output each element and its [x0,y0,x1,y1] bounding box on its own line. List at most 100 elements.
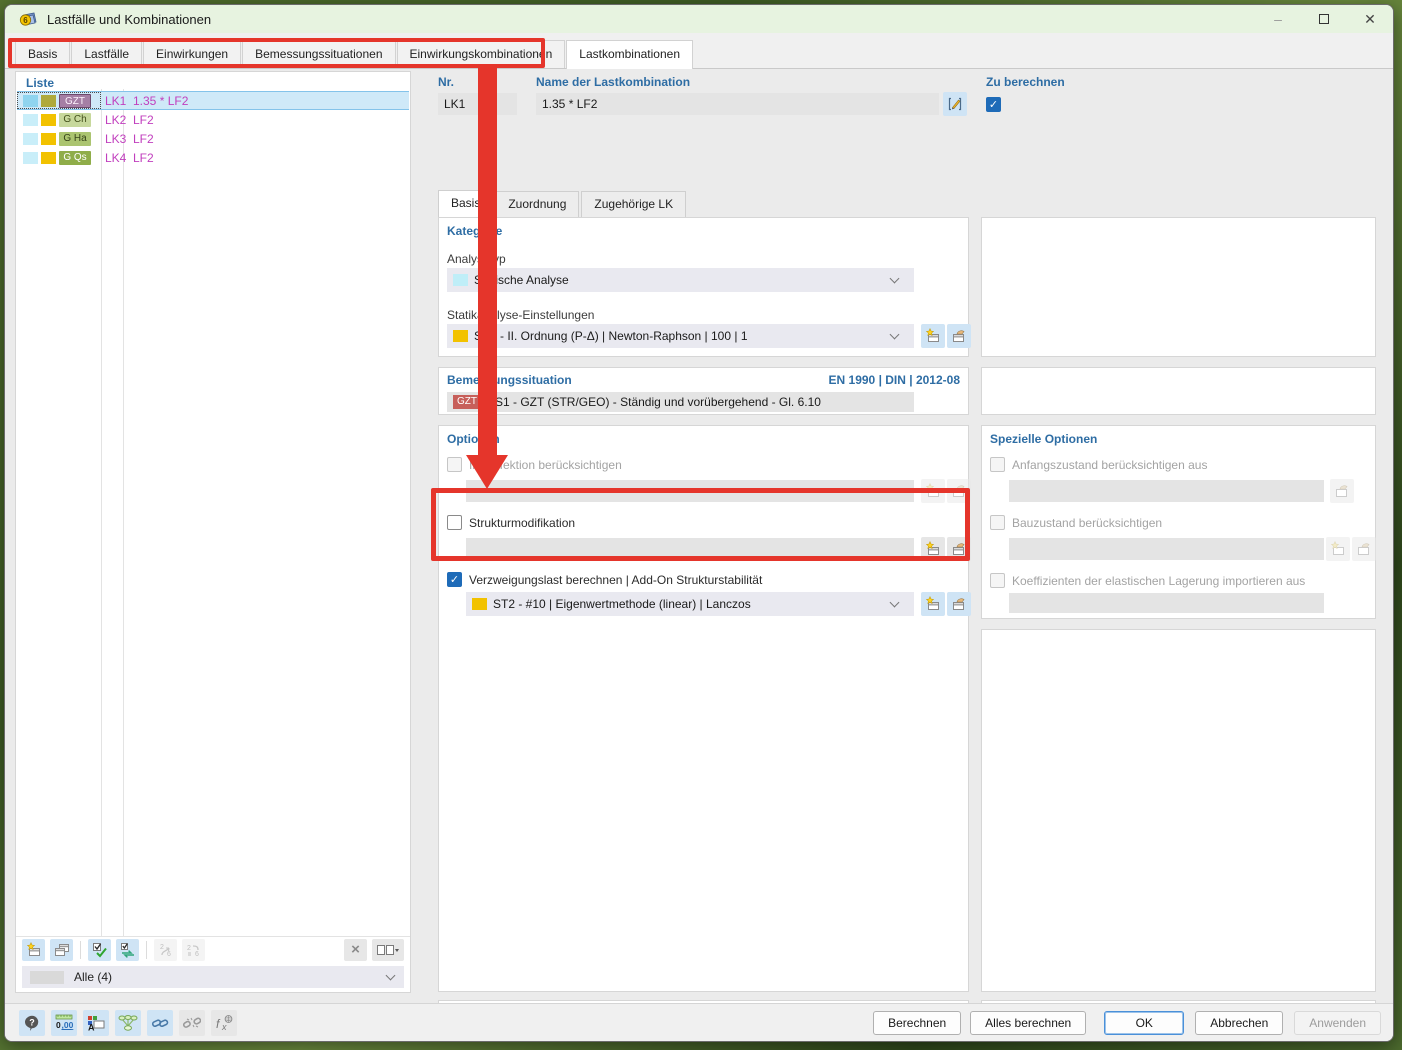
strukturstabilitaet-dropdown[interactable]: ST2 - #10 | Eigenwertmethode (linear) | … [466,592,914,616]
anfangszustand-label: Anfangszustand berücksichtigen aus [1012,458,1208,472]
model-tree-icon[interactable] [115,1010,141,1036]
anwenden-button[interactable]: Anwenden [1294,1011,1381,1035]
analysetyp-dropdown[interactable]: Statische Analyse [447,268,914,292]
lk-name: LF2 [133,131,154,146]
bemessungssituation-box: Bemessungssituation EN 1990 | DIN | 2012… [438,367,969,415]
verzweigungslast-value: ST2 - #10 | Eigenwertmethode (linear) | … [493,597,751,611]
toggle-check-icon[interactable] [116,938,139,961]
statikanalyse-dropdown[interactable]: SA2 - II. Ordnung (P-Δ) | Newton-Raphson… [447,324,914,348]
lk-name: LF2 [133,112,154,127]
nr-field[interactable]: LK1 [438,93,517,115]
imperfektion-checkbox[interactable] [447,457,462,472]
tab-einwirkungen[interactable]: Einwirkungen [143,40,242,68]
minimize-button[interactable]: – [1255,5,1301,33]
check-all-icon[interactable] [88,938,111,961]
subtab-zuordnung[interactable]: Zuordnung [495,191,580,217]
toolbar-divider [80,940,81,959]
list-row-lk2[interactable]: G Ch LK2 LF2 [17,110,409,129]
settings-swatch [41,132,56,145]
formula-icon[interactable]: fx [211,1010,237,1036]
maximize-button[interactable] [1301,5,1347,33]
decimal-places-icon[interactable]: 0,00 [51,1010,77,1036]
bemessungssituation-header: Bemessungssituation [447,373,572,387]
empty-panel-bottom [981,629,1376,992]
design-situation-badge: G Qs [59,150,91,165]
bauzustand-checkbox[interactable] [990,515,1005,530]
zu-berechnen-checkbox[interactable]: ✓ [986,97,1001,112]
edit-strukturmodifikation-button[interactable] [947,537,971,561]
app-icon: 6 [19,12,37,26]
svg-text:0: 0 [56,1020,61,1030]
tab-basis[interactable]: Basis [15,40,71,68]
list-filter-dropdown[interactable]: Alle (4) [22,966,404,988]
tab-bemessungssituationen[interactable]: Bemessungssituationen [242,40,396,68]
list-row-lk1[interactable]: GZT LK1 1.35 * LF2 [17,91,409,110]
renumber-icon[interactable]: 26 [154,938,177,961]
list-row-lk3[interactable]: G Ha LK3 LF2 [17,129,409,148]
footer-buttons: Berechnen Alles berechnen OK Abbrechen A… [864,1011,1381,1035]
svg-text:6: 6 [23,16,28,25]
tab-lastfaelle[interactable]: Lastfälle [71,40,143,68]
toolbar-divider [146,940,147,959]
chevron-down-icon [385,970,396,981]
tab-einwirkungskombinationen[interactable]: Einwirkungskombinationen [396,40,566,68]
bauzustand-field [1009,538,1324,560]
window-title: Lastfälle und Kombinationen [47,11,212,27]
berechnen-button[interactable]: Berechnen [873,1011,962,1035]
subtab-basis[interactable]: Basis [438,190,494,217]
bauzustand-label: Bauzustand berücksichtigen [1012,516,1163,530]
design-situation-badge: G Ch [59,112,91,127]
edit-imperfektion-button [947,479,971,503]
copy-item-icon[interactable] [50,938,73,961]
new-stabilitaet-button[interactable] [921,592,945,616]
link-icon[interactable] [147,1010,173,1036]
tab-lastkombinationen[interactable]: Lastkombinationen [566,40,693,69]
analysis-type-swatch [453,274,468,286]
close-button[interactable]: ✕ [1347,5,1393,33]
design-situation-badge: G Ha [59,131,91,146]
svg-text:?: ? [29,1018,35,1028]
alles-berechnen-button[interactable]: Alles berechnen [970,1011,1087,1035]
lk-number: LK1 [105,93,127,108]
lk-name: LF2 [133,150,154,165]
help-icon[interactable]: ? [19,1010,45,1036]
nr-label: Nr. [438,75,455,89]
subtab-zugehoerige-lk[interactable]: Zugehörige LK [581,191,687,217]
abbrechen-button[interactable]: Abbrechen [1195,1011,1284,1035]
anfangszustand-checkbox[interactable] [990,457,1005,472]
analysis-type-swatch [23,151,38,164]
dialog-lastfaelle-und-kombinationen: 6 Lastfälle und Kombinationen – ✕ Basis … [4,4,1394,1042]
svg-text:2: 2 [187,945,191,952]
rename-button[interactable] [943,92,967,116]
settings-swatch [41,151,56,164]
new-item-icon[interactable] [22,938,45,961]
lk-number: LK3 [105,131,127,146]
ok-button[interactable]: OK [1104,1011,1185,1035]
name-field[interactable]: 1.35 * LF2 [536,93,939,115]
new-statikanalyse-button[interactable] [921,324,945,348]
renumber-gaps-icon[interactable]: 26 [182,938,205,961]
edit-stabilitaet-button[interactable] [947,592,971,616]
imperfektion-label: Imperfektion berücksichtigen [469,458,622,472]
bemessungssituation-field[interactable]: GZT BS1 - GZT (STR/GEO) - Ständig und vo… [447,392,914,412]
svg-text:x: x [221,1022,227,1032]
analysis-type-swatch [23,94,38,107]
view-mode-icon[interactable] [372,938,404,961]
strukturmodifikation-checkbox[interactable] [447,515,462,530]
unlink-icon[interactable] [179,1010,205,1036]
title-bar: 6 Lastfälle und Kombinationen – ✕ [5,5,1393,33]
kategorie-box: Kategorie Analysetyp Statische Analyse S… [438,217,971,357]
delete-icon[interactable]: × [344,938,367,961]
koeffizienten-checkbox[interactable] [990,573,1005,588]
verzweigungslast-checkbox[interactable]: ✓ [447,572,462,587]
settings-swatch [453,330,468,342]
lk-name: 1.35 * LF2 [133,93,189,108]
column-divider [123,89,124,936]
new-strukturmodifikation-button[interactable] [921,537,945,561]
filter-swatch [30,970,64,984]
display-settings-icon[interactable]: A [83,1010,109,1036]
edit-statikanalyse-button[interactable] [947,324,971,348]
list-row-lk4[interactable]: G Qs LK4 LF2 [17,148,409,167]
svg-text:2: 2 [160,944,164,951]
norm-label: EN 1990 | DIN | 2012-08 [828,373,960,387]
